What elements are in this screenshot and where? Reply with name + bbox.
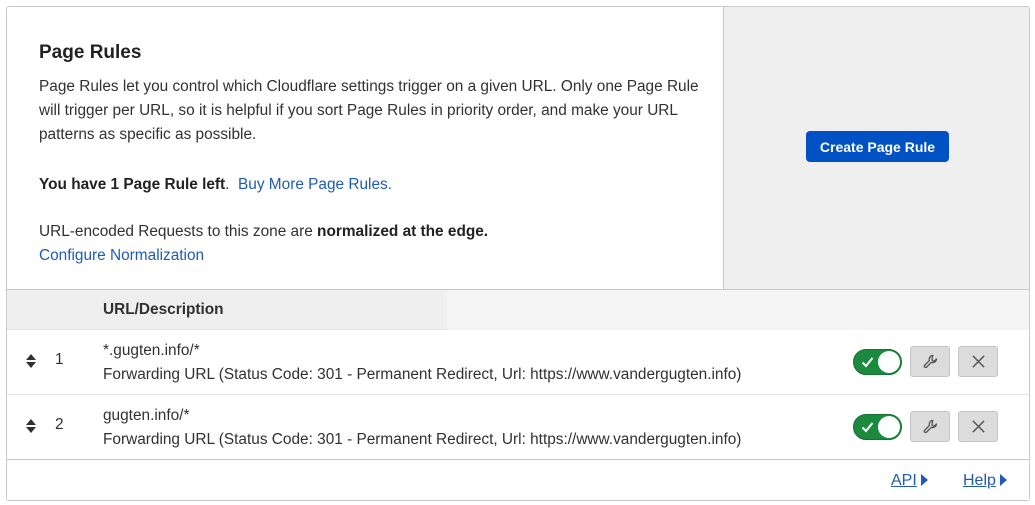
card-footer: API Help — [7, 459, 1029, 500]
toggle-knob — [878, 416, 900, 438]
rule-priority: 2 — [55, 416, 64, 433]
table-row: 2 gugten.info/* Forwarding URL (Status C… — [7, 395, 1029, 460]
page-rules-header-section: Page Rules Page Rules let you control wh… — [7, 7, 1029, 289]
page-rules-table: URL/Description 1 *.gugten.info/* Forwar… — [7, 289, 1029, 460]
column-header-url: URL/Description — [103, 301, 224, 318]
page-rule-limit-text: You have 1 Page Rule left — [39, 176, 226, 193]
close-icon — [972, 420, 985, 433]
page-rule-limit: You have 1 Page Rule left. Buy More Page… — [39, 173, 691, 197]
delete-rule-button[interactable] — [958, 411, 998, 442]
normalization-info: URL-encoded Requests to this zone are no… — [39, 220, 691, 268]
normalization-prefix: URL-encoded Requests to this zone are — [39, 223, 318, 240]
page-rules-card: Page Rules Page Rules let you control wh… — [6, 6, 1030, 501]
table-header: URL/Description — [7, 289, 1029, 330]
rule-priority: 1 — [55, 351, 64, 368]
rule-description: Forwarding URL (Status Code: 301 - Perma… — [103, 366, 742, 383]
buy-more-page-rules-link[interactable]: Buy More Page Rules. — [238, 176, 392, 193]
configure-normalization-link[interactable]: Configure Normalization — [39, 247, 204, 264]
page-description: Page Rules let you control which Cloudfl… — [39, 78, 699, 143]
rule-url: gugten.info/* — [103, 407, 190, 424]
rule-enabled-toggle[interactable] — [853, 349, 902, 375]
check-icon — [861, 422, 874, 433]
help-link[interactable]: Help — [963, 472, 1007, 490]
edit-rule-button[interactable] — [910, 411, 950, 442]
help-link-label: Help — [963, 472, 996, 489]
sort-arrows-icon[interactable] — [25, 353, 37, 369]
sort-arrows-icon[interactable] — [25, 418, 37, 434]
delete-rule-button[interactable] — [958, 346, 998, 377]
triangle-right-icon — [999, 474, 1007, 486]
api-link[interactable]: API — [891, 472, 928, 490]
rule-enabled-toggle[interactable] — [853, 414, 902, 440]
rule-description: Forwarding URL (Status Code: 301 - Perma… — [103, 431, 742, 448]
table-row: 1 *.gugten.info/* Forwarding URL (Status… — [7, 330, 1029, 395]
page-title: Page Rules — [39, 42, 142, 63]
toggle-knob — [878, 351, 900, 373]
page-rule-limit-suffix: . — [225, 176, 230, 193]
wrench-icon — [923, 419, 938, 434]
rule-url: *.gugten.info/* — [103, 342, 200, 359]
page-rules-info: Page Rules Page Rules let you control wh… — [7, 7, 723, 289]
normalization-bold: normalized at the edge. — [317, 223, 489, 240]
check-icon — [861, 357, 874, 368]
close-icon — [972, 355, 985, 368]
wrench-icon — [923, 354, 938, 369]
create-page-rule-button[interactable]: Create Page Rule — [806, 131, 949, 162]
triangle-right-icon — [920, 474, 928, 486]
edit-rule-button[interactable] — [910, 346, 950, 377]
create-rule-panel: Create Page Rule — [723, 7, 1029, 289]
api-link-label: API — [891, 472, 917, 489]
